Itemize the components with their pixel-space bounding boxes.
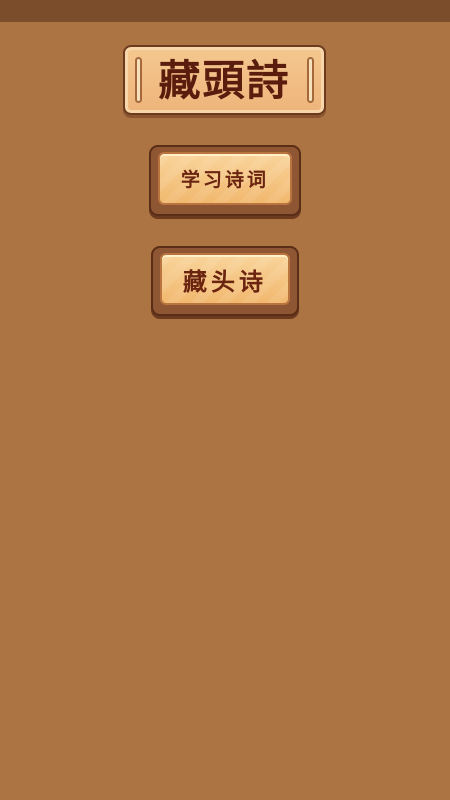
status-bar [0,0,450,22]
learn-poetry-button-face[interactable]: 学习诗词 [158,152,292,205]
learn-poetry-label: 学习诗词 [180,169,269,191]
acrostic-poem-label: 藏头诗 [183,266,267,296]
page-title: 藏頭詩 [158,56,291,105]
title-plaque: 藏頭詩 [123,45,326,115]
acrostic-poem-button[interactable]: 藏头诗 [151,246,299,316]
scroll-rod-right [307,57,314,103]
learn-poetry-button[interactable]: 学习诗词 [149,145,301,216]
acrostic-poem-button-face[interactable]: 藏头诗 [160,253,290,305]
